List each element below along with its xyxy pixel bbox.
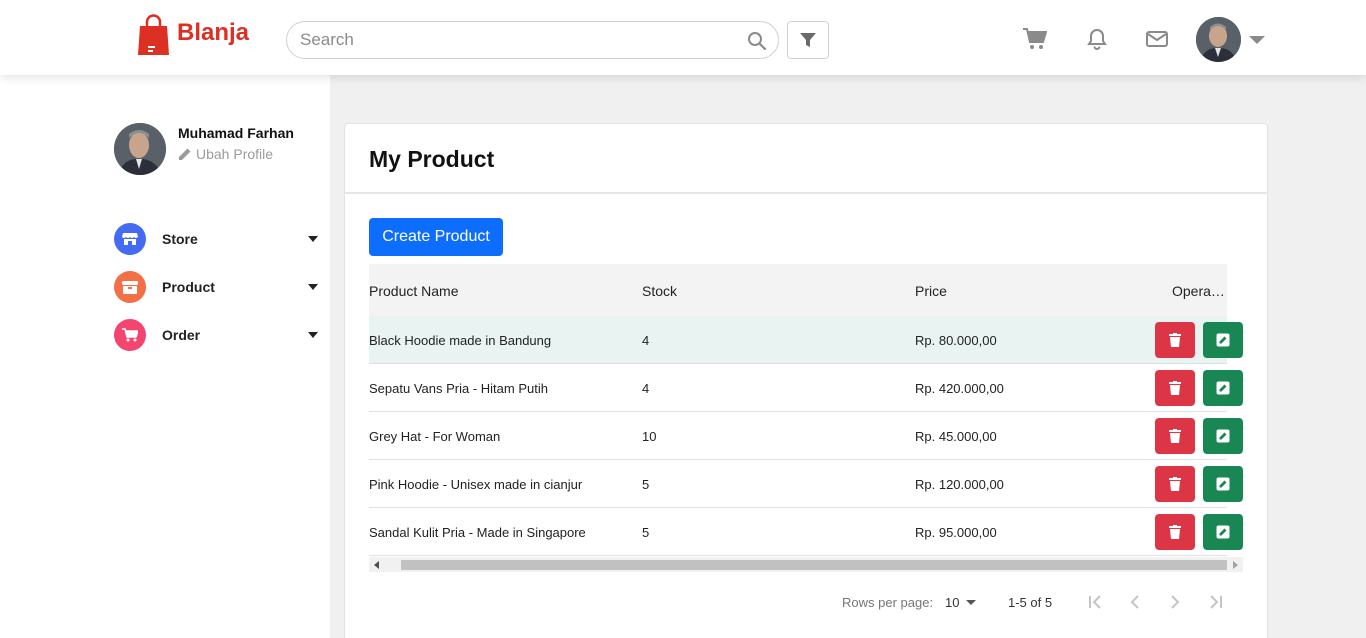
edit-icon bbox=[1216, 429, 1230, 443]
cell-stock: 10 bbox=[642, 429, 657, 444]
delete-button[interactable] bbox=[1155, 514, 1195, 550]
trash-icon bbox=[1169, 333, 1181, 347]
chevron-down-icon bbox=[966, 600, 977, 605]
cart-button[interactable] bbox=[1023, 28, 1047, 50]
cell-stock: 4 bbox=[642, 333, 650, 348]
cell-stock: 5 bbox=[642, 477, 650, 492]
delete-button[interactable] bbox=[1155, 466, 1195, 502]
edit-icon bbox=[1216, 381, 1230, 395]
cell-product-name: Sandal Kulit Pria - Made in Singapore bbox=[369, 525, 586, 540]
brand-logo[interactable]: Blanja bbox=[137, 13, 249, 57]
next-page-icon[interactable] bbox=[1165, 592, 1185, 612]
pencil-icon bbox=[179, 148, 191, 160]
edit-button[interactable] bbox=[1203, 322, 1243, 358]
bell-icon bbox=[1087, 28, 1107, 50]
brand-name: Blanja bbox=[177, 19, 250, 46]
page-range: 1-5 of 5 bbox=[1008, 595, 1053, 610]
delete-button[interactable] bbox=[1155, 370, 1195, 406]
search-input[interactable] bbox=[300, 30, 730, 50]
trash-icon bbox=[1169, 525, 1181, 539]
cell-product-name: Pink Hoodie - Unisex made in cianjur bbox=[369, 477, 583, 492]
table-row[interactable]: Grey Hat - For Woman 10 Rp. 45.000,00 bbox=[369, 412, 1243, 460]
chevron-down-icon bbox=[308, 332, 318, 338]
cell-stock: 4 bbox=[642, 381, 650, 396]
table-header: Product Name Stock Price Opera… bbox=[369, 264, 1227, 316]
top-navbar: Blanja bbox=[0, 0, 1366, 75]
sidebar-item-store[interactable]: Store bbox=[114, 223, 324, 255]
scrollbar-thumb[interactable] bbox=[401, 560, 1227, 570]
cell-price: Rp. 45.000,00 bbox=[915, 429, 997, 444]
sidebar: Muhamad Farhan Ubah Profile Store Produc… bbox=[0, 75, 330, 638]
create-product-button[interactable]: Create Product bbox=[369, 218, 503, 256]
cart-icon bbox=[114, 319, 146, 351]
sidebar-item-label: Product bbox=[162, 279, 215, 295]
store-icon bbox=[114, 223, 146, 255]
scroll-left-icon[interactable] bbox=[374, 561, 379, 569]
filter-button[interactable] bbox=[787, 21, 829, 59]
first-page-icon[interactable] bbox=[1086, 592, 1106, 612]
edit-icon bbox=[1216, 477, 1230, 491]
edit-button[interactable] bbox=[1203, 418, 1243, 454]
previous-page-icon[interactable] bbox=[1125, 592, 1145, 612]
rows-per-page-value: 10 bbox=[945, 595, 960, 610]
search-bar bbox=[286, 21, 779, 59]
page-title: My Product bbox=[369, 146, 495, 172]
edit-icon bbox=[1216, 525, 1230, 539]
cell-price: Rp. 95.000,00 bbox=[915, 525, 997, 540]
product-card: My Product Create Product Product Name S… bbox=[344, 123, 1268, 638]
last-page-icon[interactable] bbox=[1205, 592, 1225, 612]
product-table: Product Name Stock Price Opera… Black Ho… bbox=[369, 264, 1243, 572]
chevron-down-icon[interactable] bbox=[1249, 36, 1265, 44]
scroll-right-icon[interactable] bbox=[1233, 561, 1238, 569]
cell-price: Rp. 80.000,00 bbox=[915, 333, 997, 348]
delete-button[interactable] bbox=[1155, 322, 1195, 358]
trash-icon bbox=[1169, 381, 1181, 395]
cell-product-name: Sepatu Vans Pria - Hitam Putih bbox=[369, 381, 548, 396]
search-icon[interactable] bbox=[747, 31, 767, 51]
delete-button[interactable] bbox=[1155, 418, 1195, 454]
sidebar-item-order[interactable]: Order bbox=[114, 319, 324, 351]
column-header-operation[interactable]: Opera… bbox=[1172, 283, 1225, 299]
shopping-bag-icon bbox=[138, 14, 169, 55]
cell-price: Rp. 120.000,00 bbox=[915, 477, 1004, 492]
column-header-price[interactable]: Price bbox=[915, 283, 947, 299]
column-header-stock[interactable]: Stock bbox=[642, 283, 677, 299]
edit-button[interactable] bbox=[1203, 370, 1243, 406]
sidebar-item-label: Store bbox=[162, 231, 198, 247]
cart-icon bbox=[1023, 28, 1047, 49]
table-row[interactable]: Sepatu Vans Pria - Hitam Putih 4 Rp. 420… bbox=[369, 364, 1243, 412]
filter-icon bbox=[800, 33, 816, 47]
trash-icon bbox=[1169, 477, 1181, 491]
user-avatar[interactable] bbox=[1196, 17, 1241, 62]
edit-button[interactable] bbox=[1203, 514, 1243, 550]
chevron-down-icon bbox=[308, 284, 318, 290]
cell-stock: 5 bbox=[642, 525, 650, 540]
rows-per-page-select[interactable]: 10 bbox=[945, 595, 977, 610]
sidebar-item-product[interactable]: Product bbox=[114, 271, 324, 303]
rows-per-page-label: Rows per page: bbox=[842, 595, 934, 610]
cell-product-name: Black Hoodie made in Bandung bbox=[369, 333, 552, 348]
table-row[interactable]: Pink Hoodie - Unisex made in cianjur 5 R… bbox=[369, 460, 1243, 508]
trash-icon bbox=[1169, 429, 1181, 443]
profile-name: Muhamad Farhan bbox=[178, 125, 294, 141]
package-icon bbox=[114, 271, 146, 303]
table-row[interactable]: Black Hoodie made in Bandung 4 Rp. 80.00… bbox=[369, 316, 1243, 364]
message-button[interactable] bbox=[1145, 28, 1169, 50]
divider bbox=[345, 192, 1267, 194]
edit-profile-link[interactable]: Ubah Profile bbox=[178, 146, 273, 162]
chevron-down-icon bbox=[308, 236, 318, 242]
sidebar-item-label: Order bbox=[162, 327, 201, 343]
pagination: Rows per page: 10 1-5 of 5 bbox=[345, 592, 1267, 612]
column-header-name[interactable]: Product Name bbox=[369, 283, 458, 299]
mail-icon bbox=[1146, 31, 1168, 47]
edit-icon bbox=[1216, 333, 1230, 347]
notification-button[interactable] bbox=[1085, 28, 1109, 50]
horizontal-scrollbar[interactable] bbox=[369, 557, 1243, 572]
edit-button[interactable] bbox=[1203, 466, 1243, 502]
edit-profile-label: Ubah Profile bbox=[196, 146, 274, 162]
table-row[interactable]: Sandal Kulit Pria - Made in Singapore 5 … bbox=[369, 508, 1243, 556]
profile-avatar bbox=[114, 123, 166, 175]
cell-product-name: Grey Hat - For Woman bbox=[369, 429, 501, 444]
cell-price: Rp. 420.000,00 bbox=[915, 381, 1004, 396]
